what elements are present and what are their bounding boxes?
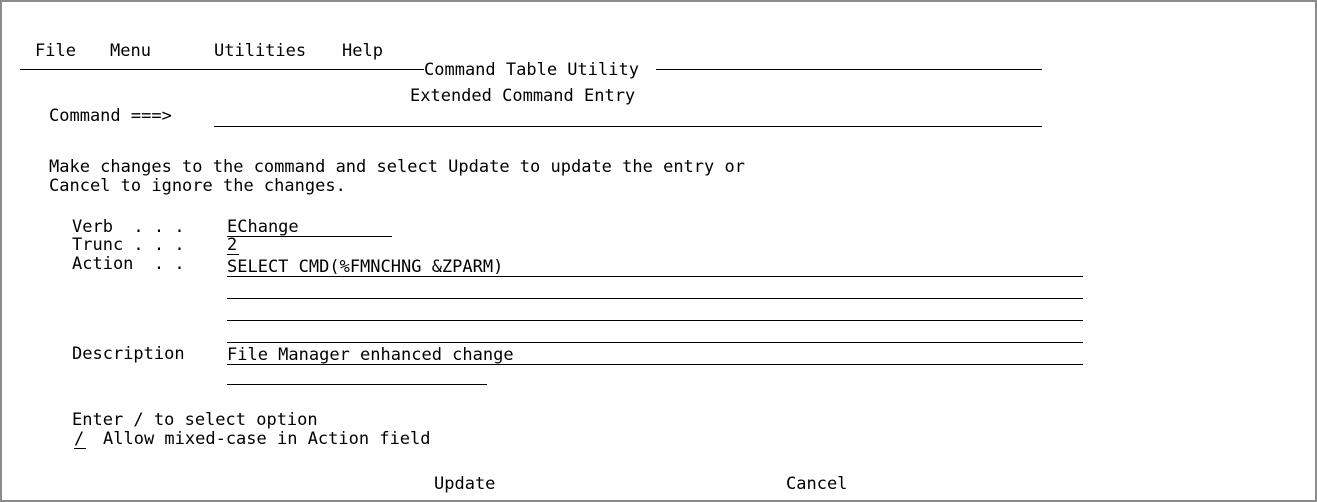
verb-label: Verb . . .	[72, 217, 185, 237]
action-field-line-4[interactable]	[227, 323, 1083, 343]
action-field-line-1[interactable]: SELECT CMD(%FMNCHNG &ZPARM)	[227, 257, 1083, 277]
update-button[interactable]: Update	[434, 474, 495, 494]
ispf-panel: File Menu Utilities Help Command Table U…	[0, 0, 1317, 502]
verb-field[interactable]: EChange	[227, 217, 392, 237]
title-divider-right	[656, 69, 1042, 70]
action-field-line-2[interactable]	[227, 279, 1083, 299]
panel-subtitle: Extended Command Entry	[410, 86, 636, 106]
mixed-case-checkbox[interactable]: /	[74, 429, 86, 449]
instruction-line-1: Make changes to the command and select U…	[49, 157, 745, 177]
cancel-button[interactable]: Cancel	[786, 474, 847, 494]
title-divider-left	[20, 69, 424, 70]
action-label: Action . .	[72, 254, 185, 274]
action-field-line-3[interactable]	[227, 301, 1083, 321]
description-field-line-2[interactable]	[227, 365, 487, 385]
trunc-label: Trunc . . .	[72, 235, 185, 255]
menu-file[interactable]: File	[35, 41, 76, 61]
command-label: Command ===>	[49, 106, 172, 126]
panel-title: Command Table Utility	[424, 60, 639, 80]
description-field-line-1[interactable]: File Manager enhanced change	[227, 345, 1083, 365]
option-header: Enter / to select option	[72, 410, 318, 430]
command-input[interactable]	[214, 107, 1042, 127]
menu-menu[interactable]: Menu	[110, 41, 151, 61]
instruction-line-2: Cancel to ignore the changes.	[49, 176, 346, 196]
description-label: Description	[72, 344, 185, 364]
trunc-field[interactable]: 2	[227, 235, 239, 255]
menu-utilities[interactable]: Utilities	[214, 41, 306, 61]
menu-help[interactable]: Help	[342, 41, 383, 61]
mixed-case-label: Allow mixed-case in Action field	[103, 429, 431, 449]
